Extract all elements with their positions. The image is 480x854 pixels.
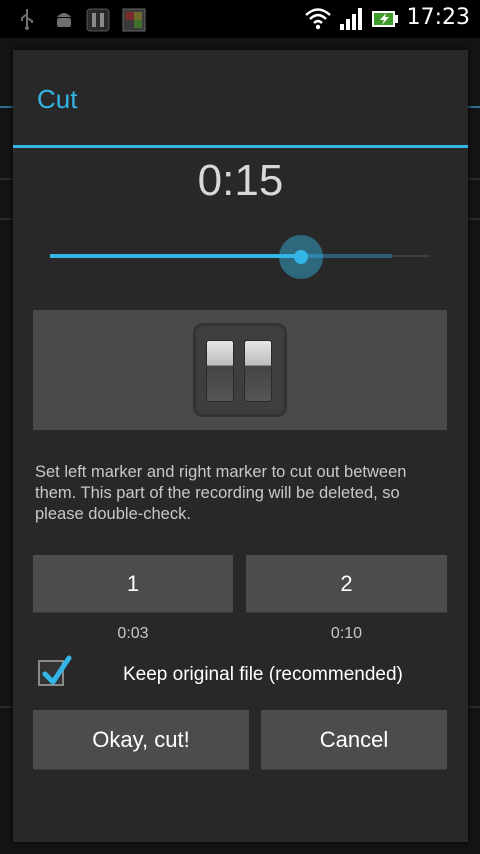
cancel-button[interactable]: Cancel [261,710,447,770]
title-divider [13,145,468,148]
clock: 17:23 [406,5,470,30]
pause-icon[interactable] [193,323,287,417]
left-marker-button[interactable]: 1 [33,555,233,613]
current-time: 0:15 [197,156,284,205]
pause-notification-icon [86,8,110,32]
left-marker-time: 0:03 [117,625,149,642]
seek-progress [50,254,301,258]
checkmark-icon [42,655,72,685]
seek-thumb[interactable] [278,235,323,279]
wifi-icon [305,8,331,30]
dialog-title: Cut [37,84,78,114]
app-notification-icon [122,8,146,32]
pause-bar-left [206,340,234,402]
cut-dialog: Cut 0:15 Set left marker and right marke… [13,50,468,842]
okay-cut-button[interactable]: Okay, cut! [33,710,249,770]
signal-icon [340,8,362,30]
seek-bar[interactable] [50,235,430,279]
usb-icon [21,9,33,30]
right-marker-time: 0:10 [330,625,363,642]
keep-original-label[interactable]: Keep original file (recommended) [123,664,403,686]
pause-bar-right [244,340,272,402]
right-marker-button[interactable]: 2 [246,555,447,613]
instructions-text: Set left marker and right marker to cut … [35,463,407,523]
status-bar: 17:23 [0,0,480,38]
play-pause-panel[interactable] [33,310,447,430]
battery-charging-icon [372,11,398,27]
keep-original-checkbox[interactable] [38,655,72,686]
android-debug-icon [57,13,71,27]
